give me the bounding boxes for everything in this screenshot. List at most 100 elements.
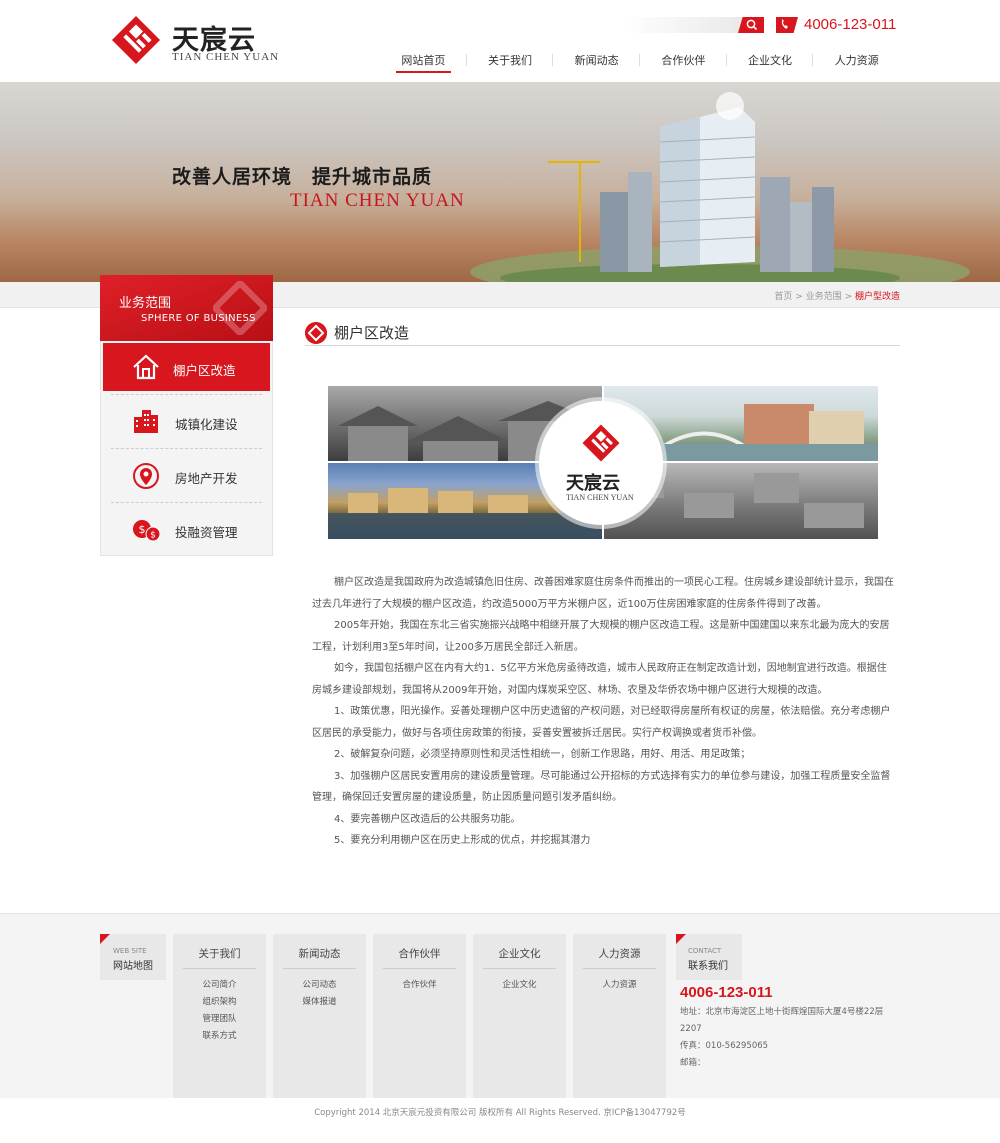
logo-badge-icon bbox=[305, 322, 327, 344]
article-paragraph: 1、政策优惠，阳光操作。妥善处理棚户区中历史遗留的产权问题，对已经取得房屋所有权… bbox=[312, 706, 891, 739]
search-input[interactable] bbox=[626, 17, 734, 33]
article-body: 棚户区改造是我国政府为改造城镇危旧住房、改善困难家庭住房条件而推出的一项民心工程… bbox=[312, 572, 896, 852]
footer-link[interactable]: 联系方式 bbox=[173, 1028, 266, 1045]
breadcrumb-current: 棚户型改造 bbox=[854, 292, 900, 302]
sidebar-item-label: 棚户区改造 bbox=[173, 363, 236, 378]
nav-culture[interactable]: 企业文化 bbox=[727, 52, 814, 74]
breadcrumb: 首页 > 业务范围 > 棚户型改造 bbox=[700, 289, 900, 302]
house-icon bbox=[133, 354, 159, 380]
feature-image: 天宸云 TIAN CHEN YUAN bbox=[328, 386, 878, 539]
sidebar-header: 业务范围 SPHERE OF BUSINESS bbox=[100, 275, 273, 341]
sidebar-title: 业务范围 bbox=[119, 296, 172, 311]
nav-hr[interactable]: 人力资源 bbox=[813, 52, 900, 74]
search-icon bbox=[746, 19, 758, 31]
footer-link[interactable]: 管理团队 bbox=[173, 1011, 266, 1028]
sitemap-label-en: WEB SITE bbox=[113, 947, 147, 955]
logo-mark-icon bbox=[582, 424, 620, 462]
phone-number: 4006-123-011 bbox=[804, 16, 897, 33]
coins-icon: $ $ bbox=[133, 520, 161, 542]
corner-accent bbox=[100, 934, 110, 944]
logo[interactable]: 天宸云 TIAN CHEN YUAN bbox=[110, 14, 280, 66]
city-skyline-image bbox=[470, 92, 970, 282]
image-logo-en: TIAN CHEN YUAN bbox=[566, 493, 634, 502]
main-nav: 网站首页 关于我们 新闻动态 合作伙伴 企业文化 人力资源 bbox=[380, 52, 900, 74]
contact-label-en: CONTACT bbox=[688, 947, 722, 955]
footer-email: 邮箱： bbox=[680, 1058, 706, 1068]
divider bbox=[283, 968, 356, 969]
footer-column-news: 新闻动态 公司动态 媒体报道 bbox=[273, 934, 366, 1098]
breadcrumb-separator: > bbox=[795, 292, 803, 302]
search-button[interactable] bbox=[738, 17, 764, 33]
corner-accent bbox=[676, 934, 686, 944]
svg-text:$: $ bbox=[150, 531, 156, 541]
contact-label-cn: 联系我们 bbox=[688, 961, 728, 972]
sitemap-label-cn: 网站地图 bbox=[113, 961, 153, 972]
footer-column-title[interactable]: 合作伙伴 bbox=[373, 946, 466, 961]
image-logo-cn: 天宸云 bbox=[566, 473, 620, 494]
hero-banner: 改善人居环境 提升城市品质 TIAN CHEN YUAN bbox=[0, 82, 1000, 282]
search-box bbox=[622, 17, 764, 33]
breadcrumb-separator: > bbox=[844, 292, 853, 302]
location-pin-icon bbox=[133, 463, 159, 489]
article-paragraph: 2、破解复杂问题，必须坚持原则性和灵活性相统一，创新工作思路，用好、用活、用足政… bbox=[334, 749, 751, 760]
sidebar-item-shantytown[interactable]: 棚户区改造 bbox=[103, 343, 270, 391]
banner-slogan-en: TIAN CHEN YUAN bbox=[290, 190, 465, 211]
divider bbox=[383, 968, 456, 969]
divider bbox=[583, 968, 656, 969]
divider bbox=[111, 502, 262, 503]
article-paragraph: 4、要完善棚户区改造后的公共服务功能。 bbox=[334, 813, 521, 825]
sidebar-item-real-estate[interactable]: 房地产开发 bbox=[101, 448, 272, 503]
footer-link[interactable]: 公司简介 bbox=[173, 977, 266, 994]
banner-slogan: 改善人居环境 提升城市品质 bbox=[172, 166, 433, 188]
sidebar-item-investment[interactable]: $ $ 投融资管理 bbox=[101, 502, 272, 557]
sidebar-item-label: 投融资管理 bbox=[175, 525, 238, 540]
divider bbox=[111, 394, 262, 395]
copyright: Copyright 2014 北京天宸元投资有限公司 版权所有 All Righ… bbox=[314, 1108, 686, 1118]
image-logo-badge: 天宸云 TIAN CHEN YUAN bbox=[539, 401, 663, 525]
footer-address: 地址：北京市海淀区上地十街辉煌国际大厦4号楼22层2207 bbox=[680, 1007, 884, 1034]
sidebar-item-label: 房地产开发 bbox=[175, 471, 238, 486]
breadcrumb-section[interactable]: 业务范围 bbox=[806, 292, 842, 302]
sidebar-menu: 棚户区改造 城镇化建设 房地产开发 $ $ 投融资管理 bbox=[100, 341, 273, 556]
footer-link[interactable]: 合作伙伴 bbox=[373, 977, 466, 994]
article-paragraph: 5、要充分利用棚户区在历史上形成的优点，并挖掘其潜力 bbox=[334, 835, 591, 846]
footer-phone: 4006-123-011 bbox=[680, 984, 773, 1001]
article-paragraph: 3、加强棚户区居民安置用房的建设质量管理。尽可能通过公开招标的方式选择有实力的单… bbox=[312, 770, 891, 804]
footer-link[interactable]: 组织架构 bbox=[173, 994, 266, 1011]
page-title: 棚户区改造 bbox=[334, 324, 410, 342]
sidebar-subtitle: SPHERE OF BUSINESS bbox=[141, 313, 256, 324]
phone-icon bbox=[776, 17, 798, 33]
logo-mark-icon bbox=[111, 15, 161, 65]
footer-column-title[interactable]: 人力资源 bbox=[573, 946, 666, 961]
divider bbox=[483, 968, 556, 969]
footer-link[interactable]: 人力资源 bbox=[573, 977, 666, 994]
footer-column-title[interactable]: 新闻动态 bbox=[273, 946, 366, 961]
article-paragraph: 棚户区改造是我国政府为改造城镇危旧住房、改善困难家庭住房条件而推出的一项民心工程… bbox=[312, 577, 894, 610]
footer-link[interactable]: 公司动态 bbox=[273, 977, 366, 994]
svg-text:$: $ bbox=[139, 523, 146, 536]
breadcrumb-home[interactable]: 首页 bbox=[774, 292, 792, 302]
buildings-icon bbox=[134, 410, 158, 433]
footer-column-title[interactable]: 关于我们 bbox=[173, 946, 266, 961]
footer-contact-label: CONTACT 联系我们 bbox=[676, 934, 742, 980]
footer-sitemap-label: WEB SITE 网站地图 bbox=[100, 934, 166, 980]
logo-text-en: TIAN CHEN YUAN bbox=[172, 51, 280, 63]
sidebar-item-label: 城镇化建设 bbox=[175, 417, 238, 432]
footer-column-title[interactable]: 企业文化 bbox=[473, 946, 566, 961]
nav-home[interactable]: 网站首页 bbox=[380, 52, 467, 74]
sidebar-item-urbanization[interactable]: 城镇化建设 bbox=[101, 394, 272, 449]
nav-partners[interactable]: 合作伙伴 bbox=[640, 52, 727, 74]
footer-column-about: 关于我们 公司简介 组织架构 管理团队 联系方式 bbox=[173, 934, 266, 1098]
divider bbox=[183, 968, 256, 969]
footer-column-partners: 合作伙伴 合作伙伴 bbox=[373, 934, 466, 1098]
logo-watermark-icon bbox=[213, 281, 267, 335]
footer-link[interactable]: 企业文化 bbox=[473, 977, 566, 994]
nav-news[interactable]: 新闻动态 bbox=[553, 52, 640, 74]
nav-about[interactable]: 关于我们 bbox=[467, 52, 554, 74]
footer-contact-info: 地址：北京市海淀区上地十街辉煌国际大厦4号楼22层2207 传真：010-562… bbox=[680, 1004, 895, 1072]
article-paragraph: 2005年开始，我国在东北三省实施振兴战略中相继开展了大规模的棚户区改造工程。这… bbox=[312, 620, 890, 653]
article-paragraph: 如今，我国包括棚户区在内有大约1．5亿平方米危房亟待改造，城市人民政府正在制定改… bbox=[312, 663, 887, 696]
footer-link[interactable]: 媒体报道 bbox=[273, 994, 366, 1011]
content-header: 棚户区改造 bbox=[305, 320, 900, 346]
footer-column-culture: 企业文化 企业文化 bbox=[473, 934, 566, 1098]
